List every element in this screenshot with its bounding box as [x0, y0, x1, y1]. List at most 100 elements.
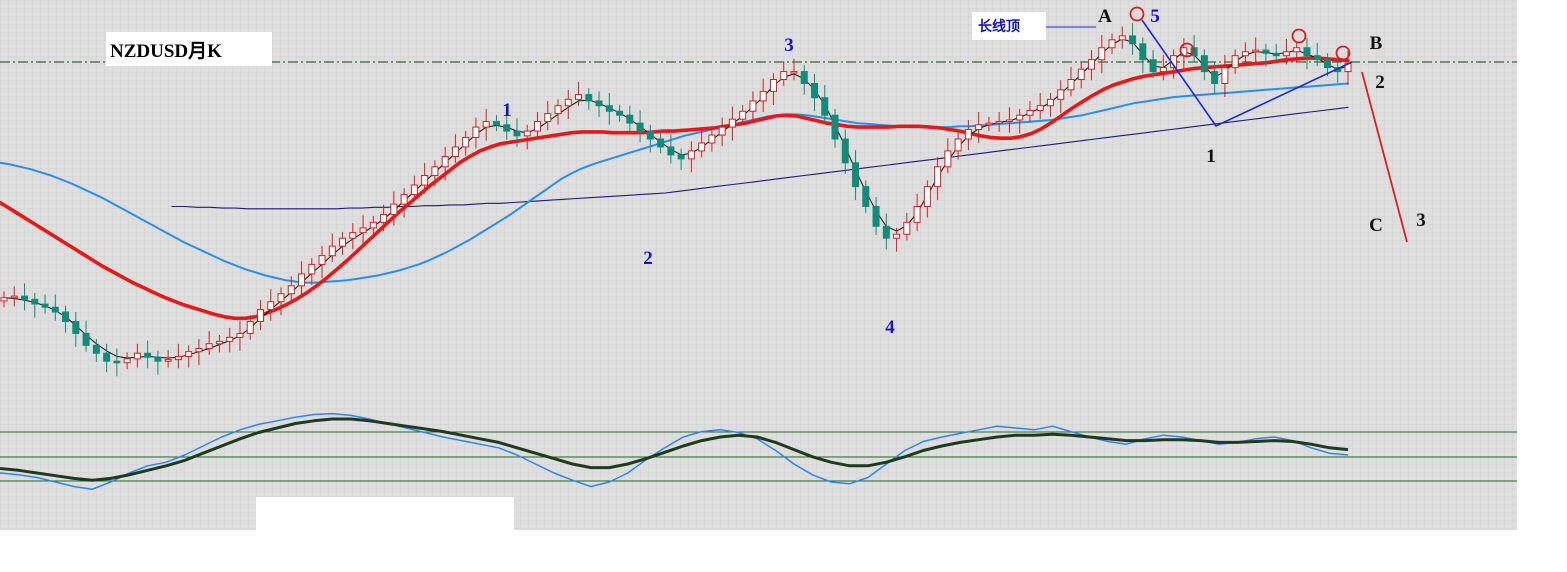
candle-body	[1200, 55, 1208, 73]
candle-body	[1159, 67, 1167, 73]
candle-body	[1016, 114, 1024, 121]
candle-body	[831, 114, 839, 140]
long-top-annotation-box: 长线顶	[972, 12, 1046, 40]
candle-body	[995, 121, 1003, 124]
candle-body	[144, 352, 152, 358]
candle-body	[246, 321, 254, 334]
candle-body	[903, 221, 911, 235]
candle-body	[1108, 39, 1116, 49]
wave-label-black-A: A	[1098, 6, 1112, 27]
candle-body	[339, 237, 347, 247]
candle-body	[410, 184, 418, 196]
candle-body	[790, 71, 798, 74]
candle-body	[934, 166, 942, 188]
candle-body	[256, 309, 264, 323]
candle-body	[31, 298, 39, 305]
candle-body	[636, 122, 644, 132]
candle-body	[164, 359, 172, 362]
candle-body	[575, 94, 583, 100]
candle-body	[133, 352, 141, 360]
candle-body	[431, 166, 439, 177]
candle-body	[72, 321, 80, 334]
candle-body	[62, 311, 70, 323]
candle-body	[1323, 59, 1331, 69]
candle-body	[841, 138, 849, 164]
candle-body	[544, 113, 552, 123]
candle-body	[708, 134, 716, 144]
candle-body	[215, 340, 223, 345]
candle-body	[451, 146, 459, 157]
candle-body	[482, 121, 490, 128]
wave-label-blue-1: 1	[502, 100, 512, 121]
candle-body	[821, 97, 829, 116]
candle-body	[10, 295, 18, 299]
candle-body	[893, 233, 901, 239]
candle-body	[554, 105, 562, 115]
candle-body	[975, 124, 983, 130]
candle-body	[923, 186, 931, 207]
candle-body	[1272, 52, 1280, 57]
wave-label-black-2: 2	[1375, 72, 1385, 93]
candle-body	[400, 194, 408, 205]
candle-body	[657, 138, 665, 148]
candle-body	[605, 105, 613, 112]
candle-body	[759, 90, 767, 102]
candle-body	[852, 162, 860, 188]
candle-body	[667, 146, 675, 156]
candle-body	[123, 358, 131, 364]
candle-body	[523, 130, 531, 137]
candle-body	[862, 186, 870, 207]
candle-body	[646, 130, 654, 140]
candle-body	[41, 303, 49, 308]
candle-body	[51, 306, 59, 313]
candle-body	[503, 124, 511, 132]
candle-body	[1118, 35, 1126, 41]
candle-body	[462, 136, 470, 148]
candle-body	[585, 94, 593, 102]
candle-body	[677, 154, 685, 160]
candle-body	[390, 203, 398, 215]
candle-body	[718, 126, 726, 136]
candle-body	[298, 273, 306, 287]
candle-body	[1026, 109, 1034, 116]
candle-body	[985, 122, 993, 126]
candle-body	[328, 245, 336, 257]
candle-body	[954, 138, 962, 152]
candle-body	[882, 225, 890, 239]
candle-body	[174, 355, 182, 361]
candle-body	[1129, 35, 1137, 45]
candle-body	[1067, 79, 1075, 91]
candle-body	[1077, 68, 1085, 81]
candle-body	[811, 82, 819, 99]
long-top-annotation: 长线顶	[978, 19, 1020, 35]
blank-footer-box	[256, 497, 514, 533]
candle-body	[369, 221, 377, 229]
candle-body	[964, 129, 972, 140]
candle-body	[800, 71, 808, 84]
candle-body	[1252, 49, 1260, 53]
candle-body	[1221, 67, 1229, 84]
candle-body	[1088, 59, 1096, 70]
wave-label-blue-2: 2	[643, 248, 653, 269]
candle-body	[626, 114, 634, 124]
candle-body	[113, 360, 121, 364]
candle-body	[944, 150, 952, 168]
candle-body	[205, 343, 213, 350]
candle-body	[0, 297, 8, 302]
candle-body	[739, 110, 747, 120]
candle-body	[236, 332, 244, 338]
candle-body	[308, 263, 316, 275]
chart-background	[0, 0, 1517, 530]
nzdusd-monthly-chart: 1 2 3 4 5 A B C 1 2 3 NZDUSD月K 长线顶	[0, 0, 1567, 572]
wave-label-black-B: B	[1370, 33, 1383, 54]
chart-title-box: NZDUSD月K	[106, 32, 272, 66]
candle-body	[472, 126, 480, 138]
chart-canvas: 1 2 3 4 5 A B C 1 2 3	[0, 0, 1517, 530]
candle-body	[154, 356, 162, 362]
candle-body	[277, 293, 285, 303]
candle-body	[92, 344, 100, 354]
candle-body	[1046, 98, 1054, 107]
candle-body	[1211, 71, 1219, 84]
candle-body	[287, 285, 295, 295]
wave-label-blue-4: 4	[885, 317, 895, 338]
